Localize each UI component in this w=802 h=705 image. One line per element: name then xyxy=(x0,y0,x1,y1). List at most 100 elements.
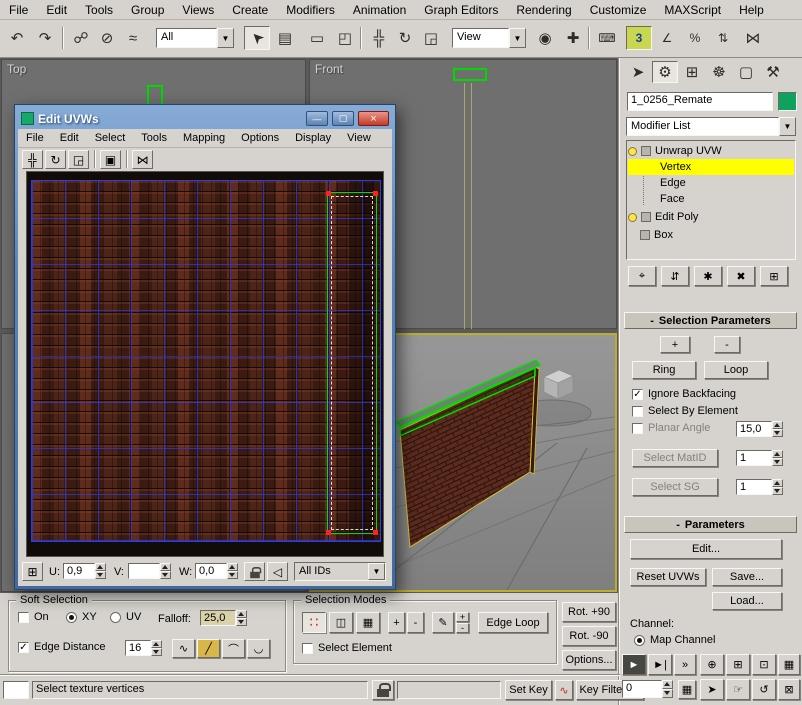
spinner-down-icon[interactable] xyxy=(772,487,783,495)
select-matid-button[interactable]: Select MatID xyxy=(632,449,718,467)
menu-item[interactable]: Create xyxy=(223,0,277,20)
uvw-menu-item[interactable]: Tools xyxy=(133,130,175,146)
selected-vertex[interactable] xyxy=(373,530,378,535)
paint-select-icon[interactable]: ✎ xyxy=(432,612,454,633)
key-curve-icon[interactable]: ∿ xyxy=(555,680,573,700)
select-sg-button[interactable]: Select SG xyxy=(632,478,718,496)
planar-angle-spinner[interactable]: 15,0 xyxy=(736,421,783,437)
vertex-mode-icon[interactable]: ∷ xyxy=(302,612,326,633)
bind-to-spacewarp-icon[interactable]: ≈ xyxy=(120,26,146,50)
absolute-mode-icon[interactable]: ⊞ xyxy=(22,562,43,581)
uv-rotate-icon[interactable]: ↻ xyxy=(45,150,66,169)
spinner-up-icon[interactable] xyxy=(662,680,673,689)
bulb-icon[interactable] xyxy=(628,213,637,222)
keyboard-override-icon[interactable]: ⌨ xyxy=(594,26,620,50)
window-crossing-icon[interactable]: ◰ xyxy=(332,26,358,50)
reset-uvws-button[interactable]: Reset UVWs xyxy=(630,568,706,586)
u-value[interactable]: 0,9 xyxy=(63,563,95,579)
selection-lock-icon[interactable] xyxy=(372,680,394,700)
menu-item[interactable]: Group xyxy=(122,0,173,20)
current-frame-value[interactable]: 0 xyxy=(622,680,662,698)
go-to-end-button[interactable]: » xyxy=(674,654,696,675)
tab-motion-icon[interactable]: ☸ xyxy=(706,61,732,83)
planar-angle-value[interactable]: 15,0 xyxy=(736,421,772,437)
stack-subitem-face[interactable]: Face xyxy=(628,191,794,207)
show-end-result-button[interactable]: ⇵ xyxy=(661,266,689,286)
make-unique-button[interactable]: ✱ xyxy=(694,266,722,286)
selected-vertex[interactable] xyxy=(326,191,331,196)
zoom-icon[interactable]: ⊕ xyxy=(700,654,724,675)
sg-value[interactable]: 1 xyxy=(736,479,772,495)
minimize-button[interactable]: — xyxy=(306,111,328,126)
uv-radio[interactable] xyxy=(110,612,121,623)
angle-snap-icon[interactable]: ∠ xyxy=(654,26,680,50)
paste-weld-icon[interactable]: ◁ xyxy=(267,562,288,581)
edge-distance-spinner[interactable]: 16 xyxy=(125,640,162,656)
title-bar[interactable]: Edit UVWs — ▢ × xyxy=(18,108,392,129)
current-frame-spinner[interactable]: 0 xyxy=(622,680,673,698)
spinner-down-icon[interactable] xyxy=(772,429,783,437)
undo-icon[interactable]: ↶ xyxy=(4,26,30,50)
save-uvws-button[interactable]: Save... xyxy=(712,568,782,586)
spinner-snap-icon[interactable]: ⇅ xyxy=(710,26,736,50)
lock-selected-vertices-icon[interactable] xyxy=(244,562,265,581)
map-id-combo[interactable]: All IDs ▼ xyxy=(294,562,386,581)
redo-icon[interactable]: ↷ xyxy=(32,26,58,50)
spinner-up-icon[interactable] xyxy=(772,479,783,487)
tab-display-icon[interactable]: ▢ xyxy=(733,61,759,83)
selected-vertex[interactable] xyxy=(326,530,331,535)
menu-item[interactable]: Customize xyxy=(581,0,656,20)
spinner-up-icon[interactable] xyxy=(95,563,106,571)
uvw-menu-item[interactable]: Edit xyxy=(52,130,87,146)
maximize-button[interactable]: ▢ xyxy=(332,111,354,126)
spinner-up-icon[interactable] xyxy=(236,610,247,618)
w-spinner[interactable]: 0,0 xyxy=(195,563,238,579)
selected-object-wireframe[interactable] xyxy=(453,68,487,81)
menu-item[interactable]: Animation xyxy=(344,0,415,20)
w-value[interactable]: 0,0 xyxy=(195,563,227,579)
menu-item[interactable]: Views xyxy=(173,0,223,20)
chevron-down-icon[interactable]: ▼ xyxy=(779,117,796,136)
spinner-up-icon[interactable] xyxy=(227,563,238,571)
uv-scale-icon[interactable]: ◲ xyxy=(68,150,89,169)
remove-modifier-button[interactable]: ✖ xyxy=(727,266,755,286)
grow-selection-button[interactable]: + xyxy=(660,336,690,353)
uvw-menu-item[interactable]: File xyxy=(18,130,52,146)
rectangular-selection-region-icon[interactable]: ▭ xyxy=(304,26,330,50)
walk-through-icon[interactable]: ➤ xyxy=(700,679,724,700)
selection-filter-combo[interactable]: All ▼ xyxy=(156,28,234,48)
stack-subitem-vertex[interactable]: Vertex xyxy=(628,159,794,175)
falloff-curve-smooth-button[interactable]: ∿ xyxy=(172,639,195,658)
planar-angle-checkbox[interactable] xyxy=(632,423,643,434)
menu-item[interactable]: Rendering xyxy=(507,0,580,20)
pan-icon[interactable]: ☞ xyxy=(726,679,750,700)
menu-item[interactable]: MAXScript xyxy=(655,0,730,20)
selection-parameters-rollout[interactable]: - Selection Parameters xyxy=(624,312,797,329)
unlink-selection-icon[interactable]: ⊘ xyxy=(94,26,120,50)
chevron-down-icon[interactable]: ▼ xyxy=(368,563,385,580)
spinner-up-icon[interactable] xyxy=(151,640,162,648)
menu-item[interactable]: Graph Editors xyxy=(415,0,507,20)
falloff-curve-slow-button[interactable]: ⌒ xyxy=(222,639,245,658)
maximize-viewport-icon[interactable]: ⊠ xyxy=(778,679,800,700)
sg-spinner[interactable]: 1 xyxy=(736,479,783,495)
uvw-menu-item[interactable]: Select xyxy=(87,130,134,146)
face-mode-icon[interactable]: ▦ xyxy=(356,612,380,633)
zoom-extents-icon[interactable]: ⊡ xyxy=(752,654,776,675)
paint-grow-button[interactable]: + xyxy=(456,612,469,622)
menu-item[interactable]: Tools xyxy=(76,0,122,20)
edge-loop-button[interactable]: Edge Loop xyxy=(478,612,548,633)
use-center-icon[interactable]: ◉ xyxy=(532,26,558,50)
uvw-menu-item[interactable]: Display xyxy=(287,130,339,146)
select-by-element-checkbox[interactable] xyxy=(632,406,643,417)
ring-button[interactable]: Ring xyxy=(632,361,696,379)
shrink-selection-button[interactable]: - xyxy=(714,336,740,353)
chevron-down-icon[interactable]: ▼ xyxy=(509,28,526,48)
close-button[interactable]: × xyxy=(358,111,389,126)
select-and-rotate-icon[interactable]: ↻ xyxy=(392,26,418,50)
paint-shrink-button[interactable]: - xyxy=(456,623,469,633)
reference-coordinate-combo[interactable]: View ▼ xyxy=(452,28,526,48)
tab-hierarchy-icon[interactable]: ⊞ xyxy=(679,61,705,83)
stack-item-edit-poly[interactable]: Edit Poly xyxy=(628,209,794,225)
set-key-button[interactable]: Set Key xyxy=(505,680,552,700)
